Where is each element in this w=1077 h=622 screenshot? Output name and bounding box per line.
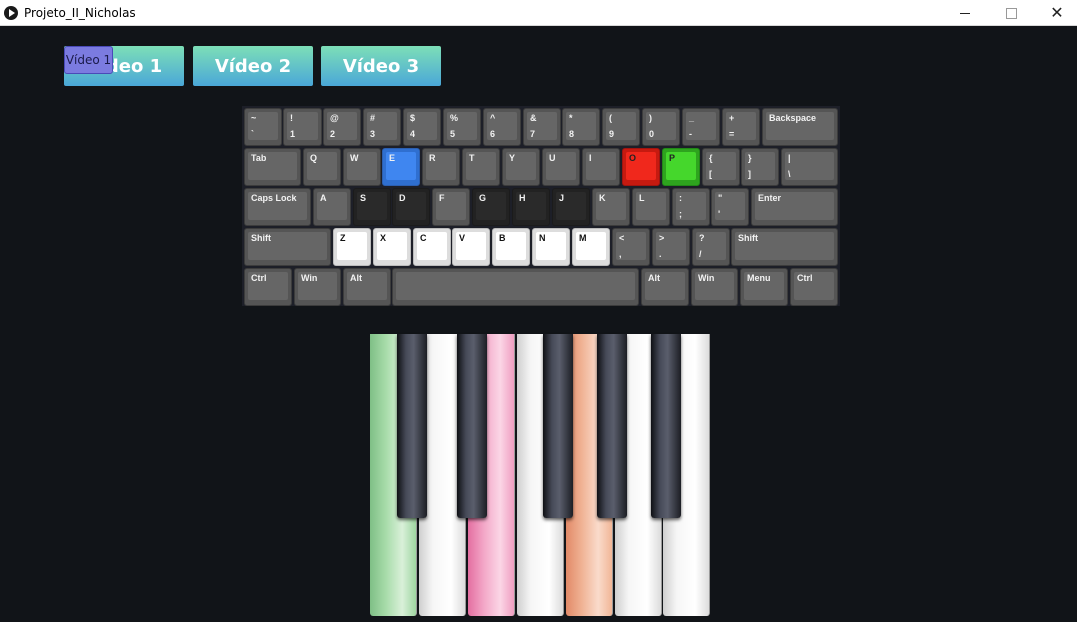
minimize-button[interactable] bbox=[942, 0, 988, 26]
key-m[interactable]: M bbox=[572, 228, 610, 266]
key-u[interactable]: U bbox=[542, 148, 580, 186]
key-h[interactable]: H bbox=[512, 188, 550, 226]
key-0[interactable]: ) 0 bbox=[642, 108, 680, 146]
key-right-shift[interactable]: Shift bbox=[731, 228, 838, 266]
piano-black-key-c-sharp[interactable] bbox=[397, 334, 427, 518]
title-bar: Projeto_II_Nicholas ✕ bbox=[0, 0, 1077, 26]
key-equals[interactable]: + = bbox=[722, 108, 760, 146]
key-enter[interactable]: Enter bbox=[751, 188, 838, 226]
key-i[interactable]: I bbox=[582, 148, 620, 186]
key-o[interactable]: O bbox=[622, 148, 660, 186]
close-icon: ✕ bbox=[1050, 5, 1064, 22]
video-3-button[interactable]: Vídeo 3 bbox=[321, 46, 441, 86]
piano-black-key-g-sharp[interactable] bbox=[597, 334, 627, 518]
key-period[interactable]: >. bbox=[652, 228, 690, 266]
key-t[interactable]: T bbox=[462, 148, 500, 186]
key-2[interactable]: @2 bbox=[323, 108, 361, 146]
key-q[interactable]: Q bbox=[303, 148, 341, 186]
key-right-alt[interactable]: Alt bbox=[641, 268, 689, 306]
piano-black-key-d-sharp[interactable] bbox=[457, 334, 487, 518]
key-k[interactable]: K bbox=[592, 188, 630, 226]
piano-black-key-f-sharp[interactable] bbox=[543, 334, 573, 518]
key-d[interactable]: D bbox=[392, 188, 430, 226]
key-left-alt[interactable]: Alt bbox=[343, 268, 391, 306]
key-x[interactable]: X bbox=[373, 228, 411, 266]
key-j[interactable]: J bbox=[552, 188, 590, 226]
key-left-bracket[interactable]: {[ bbox=[702, 148, 740, 186]
key-e[interactable]: E bbox=[382, 148, 420, 186]
key-minus[interactable]: _ - bbox=[682, 108, 720, 146]
key-c[interactable]: C bbox=[413, 228, 451, 266]
key-6[interactable]: ^ 6 bbox=[483, 108, 521, 146]
maximize-button[interactable] bbox=[988, 0, 1034, 26]
maximize-icon bbox=[1005, 7, 1017, 19]
key-right-bracket[interactable]: }] bbox=[741, 148, 779, 186]
key-right-win[interactable]: Win bbox=[691, 268, 738, 306]
key-3[interactable]: #3 bbox=[363, 108, 401, 146]
key-quote[interactable]: " ' bbox=[711, 188, 749, 226]
key-caps-lock[interactable]: Caps Lock bbox=[244, 188, 311, 226]
key-tab[interactable]: Tab bbox=[244, 148, 301, 186]
key-backspace[interactable]: Backspace bbox=[762, 108, 838, 146]
key-left-win[interactable]: Win bbox=[294, 268, 341, 306]
key-z[interactable]: Z bbox=[333, 228, 371, 266]
piano-keyboard bbox=[370, 334, 710, 618]
key-slash[interactable]: ? / bbox=[692, 228, 730, 266]
key-n[interactable]: N bbox=[532, 228, 570, 266]
key-y[interactable]: Y bbox=[502, 148, 540, 186]
key-s[interactable]: S bbox=[353, 188, 391, 226]
app-play-icon bbox=[4, 6, 18, 20]
key-backtick[interactable]: ~ ` bbox=[244, 108, 282, 146]
key-v[interactable]: V bbox=[452, 228, 490, 266]
key-w[interactable]: W bbox=[343, 148, 381, 186]
key-semicolon[interactable]: :; bbox=[672, 188, 710, 226]
key-g[interactable]: G bbox=[472, 188, 510, 226]
key-f[interactable]: F bbox=[432, 188, 470, 226]
tooltip: Vídeo 1 bbox=[64, 46, 113, 74]
key-comma[interactable]: <, bbox=[612, 228, 650, 266]
key-right-ctrl[interactable]: Ctrl bbox=[790, 268, 838, 306]
key-1[interactable]: ! 1 bbox=[283, 108, 322, 146]
key-left-ctrl[interactable]: Ctrl bbox=[244, 268, 292, 306]
key-space[interactable] bbox=[392, 268, 639, 306]
key-7[interactable]: & 7 bbox=[523, 108, 561, 146]
video-2-button[interactable]: Vídeo 2 bbox=[193, 46, 313, 86]
key-l[interactable]: L bbox=[632, 188, 670, 226]
key-p[interactable]: P bbox=[662, 148, 700, 186]
virtual-keyboard: ~ ` ! 1 @2 #3 $4 % 5 ^ 6 & 7 * 8 (9 ) 0 _ - + = B… bbox=[242, 106, 840, 306]
piano-black-key-a-sharp[interactable] bbox=[651, 334, 681, 518]
close-button[interactable]: ✕ bbox=[1034, 0, 1077, 26]
key-4[interactable]: $4 bbox=[403, 108, 441, 146]
key-b[interactable]: B bbox=[492, 228, 530, 266]
key-left-shift[interactable]: Shift bbox=[244, 228, 331, 266]
key-9[interactable]: (9 bbox=[602, 108, 640, 146]
key-5[interactable]: % 5 bbox=[443, 108, 481, 146]
key-8[interactable]: * 8 bbox=[562, 108, 600, 146]
key-menu[interactable]: Menu bbox=[740, 268, 788, 306]
key-a[interactable]: A bbox=[313, 188, 351, 226]
minimize-icon bbox=[960, 12, 970, 14]
window-title: Projeto_II_Nicholas bbox=[24, 6, 136, 20]
key-backslash[interactable]: | \ bbox=[781, 148, 838, 186]
key-r[interactable]: R bbox=[422, 148, 460, 186]
